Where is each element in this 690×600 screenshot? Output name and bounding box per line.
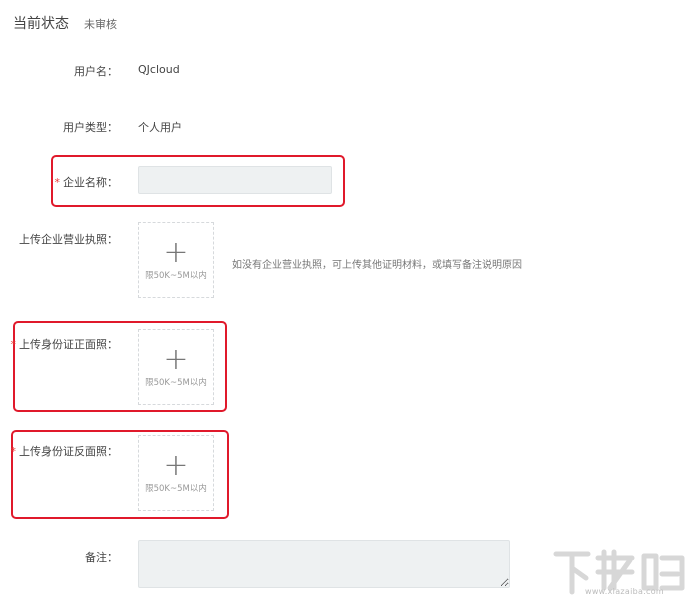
business-license-label: 上传企业营业执照： (19, 233, 118, 246)
id-front-label-text: 上传身份证正面照： (19, 338, 118, 351)
remark-label: 备注： (85, 551, 118, 564)
id-back-label-text: 上传身份证反面照： (19, 445, 118, 458)
id-back-label: * 上传身份证反面照： (8, 443, 119, 459)
id-back-upload[interactable]: + 限50K~5M以内 (138, 435, 214, 511)
id-front-upload[interactable]: + 限50K~5M以内 (138, 329, 214, 405)
business-license-upload[interactable]: + 限50K~5M以内 (138, 222, 214, 298)
company-name-input[interactable] (138, 166, 332, 194)
username-label: 用户名： (74, 65, 118, 78)
watermark-url: www.xiazaiba.com (585, 587, 665, 596)
required-mark: * (10, 338, 17, 351)
plus-icon: + (163, 448, 189, 483)
required-mark: * (10, 445, 17, 458)
username-value: QJcloud (138, 63, 180, 76)
plus-icon: + (163, 235, 189, 270)
status-title: 当前状态 (13, 16, 69, 32)
required-mark: * (54, 176, 61, 189)
user-type-value: 个人用户 (138, 121, 182, 134)
id-front-label: * 上传身份证正面照： (8, 336, 119, 352)
upload-limit: 限50K~5M以内 (145, 378, 207, 388)
remark-textarea[interactable] (138, 540, 510, 588)
business-license-hint: 如没有企业营业执照，可上传其他证明材料，或填写备注说明原因 (232, 260, 522, 271)
status-value: 未审核 (84, 18, 117, 31)
user-type-label: 用户类型： (63, 121, 118, 134)
company-name-label-text: 企业名称： (63, 176, 118, 189)
upload-limit: 限50K~5M以内 (145, 484, 207, 494)
company-name-label: * 企业名称： (8, 174, 119, 190)
upload-limit: 限50K~5M以内 (145, 271, 207, 281)
plus-icon: + (163, 342, 189, 377)
